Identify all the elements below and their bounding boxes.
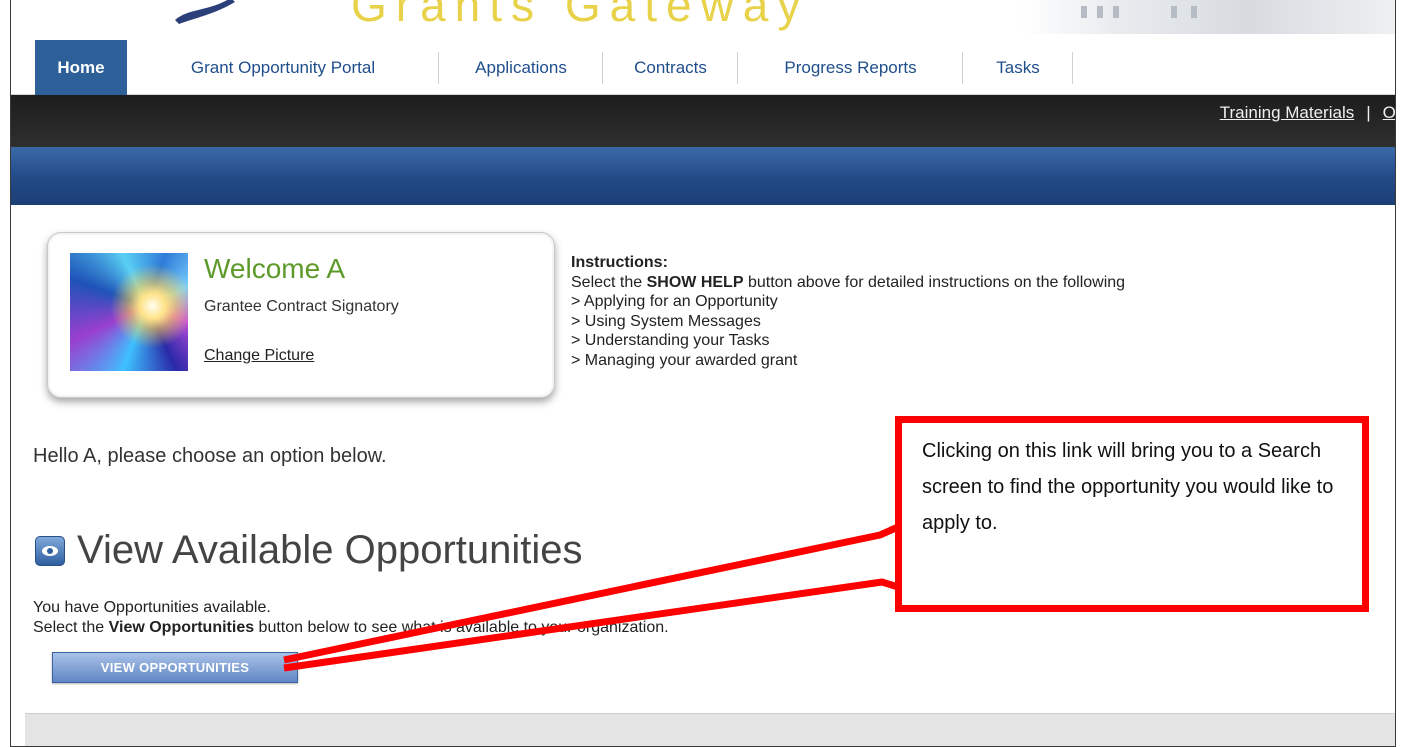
training-materials-link[interactable]: Training Materials [1220,103,1354,122]
tab-progress-reports[interactable]: Progress Reports [738,40,963,95]
welcome-card: Welcome A Grantee Contract Signatory Cha… [47,232,555,398]
change-picture-link[interactable]: Change Picture [204,347,314,365]
opportunities-title: View Available Opportunities [77,528,583,572]
view-opportunities-button[interactable]: VIEW OPPORTUNITIES [52,652,298,683]
tab-tasks[interactable]: Tasks [963,40,1073,95]
top-nav-bar: Training Materials | Org [11,95,1395,147]
instruction-item: > Managing your awarded grant [571,351,798,369]
top-links: Training Materials | Org [1220,103,1395,123]
instructions-block: Instructions: Select the SHOW HELP butto… [571,253,1125,370]
capitol-building-image [1021,0,1395,34]
welcome-name: Welcome A [204,253,346,284]
instruction-item: > Using System Messages [571,312,761,330]
bottom-divider [25,713,1395,746]
tab-applications[interactable]: Applications [439,40,603,95]
org-link[interactable]: Org [1383,103,1395,122]
link-separator: | [1366,103,1371,122]
page-frame: Grants Gateway Home Grant Opportunity Po… [10,0,1396,747]
blue-sub-bar [11,147,1395,205]
available-text: You have Opportunities available. [33,599,271,616]
annotation-callout: Clicking on this link will bring you to … [895,416,1369,612]
tab-contracts[interactable]: Contracts [603,40,738,95]
eye-icon [35,536,65,566]
brush-stroke-logo-icon [175,0,235,24]
tab-home[interactable]: Home [35,40,127,95]
select-instruction: Select the View Opportunities button bel… [33,619,669,636]
brand-name: Grants Gateway [351,0,810,31]
hello-message: Hello A, please choose an option below. [33,445,387,467]
tab-grant-opportunity-portal[interactable]: Grant Opportunity Portal [127,40,439,95]
instructions-title: Instructions: [571,254,668,271]
instruction-item: > Understanding your Tasks [571,332,770,349]
main-tab-bar: Home Grant Opportunity Portal Applicatio… [11,40,1395,95]
instructions-intro: Select the SHOW HELP button above for de… [571,273,1126,291]
header-banner: Grants Gateway [11,0,1395,40]
profile-picture [70,253,188,371]
user-role: Grantee Contract Signatory [204,298,399,315]
opportunities-text: You have Opportunities available. Select… [33,598,669,638]
instruction-item: > Applying for an Opportunity [571,293,778,310]
